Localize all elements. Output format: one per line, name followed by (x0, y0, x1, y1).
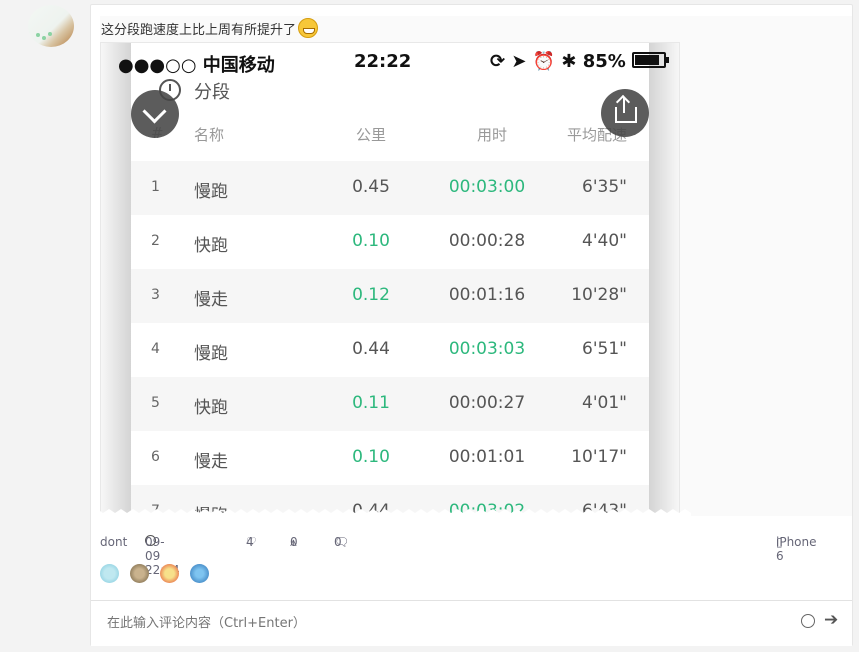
row-name: 快跑 (194, 398, 228, 418)
author-name[interactable]: dont (100, 535, 127, 549)
row-pace: 4'40" (582, 231, 627, 251)
table-row: 2 快跑 0.10 00:00:28 4'40" (131, 215, 649, 269)
table-row: 3 慢走 0.12 00:01:16 10'28" (131, 269, 649, 323)
row-index: 1 (151, 179, 160, 195)
row-name: 快跑 (194, 236, 228, 256)
table-row: 1 慢跑 0.45 00:03:00 6'35" (131, 161, 649, 215)
collapse-button[interactable] (131, 90, 179, 138)
table-row: 5 快跑 0.11 00:00:27 4'01" (131, 377, 649, 431)
like-count: 4 (246, 535, 254, 549)
row-name: 慢走 (194, 452, 228, 472)
row-pace: 6'51" (582, 339, 627, 359)
row-index: 2 (151, 233, 160, 249)
phone-screen: ●●●○○ 中国移动 22:22 ⟳ ➤ ⏰ ✱ 85% 分段 # 名称 公里 … (118, 43, 670, 517)
row-km: 0.45 (352, 177, 390, 197)
clover-emoji-icon[interactable] (100, 564, 119, 583)
row-name: 慢跑 (194, 344, 228, 364)
post-meta: dont 09-09 22:24 ♡ 4 ⩚ 0 🗨 0 ▯ iPhone 6 (100, 535, 842, 577)
comment-input[interactable] (105, 611, 789, 635)
row-time: 00:03:03 (448, 339, 526, 359)
row-pace: 6'35" (582, 177, 627, 197)
section-title: 分段 (194, 82, 230, 103)
table-row: 4 慢跑 0.44 00:03:03 6'51" (131, 323, 649, 377)
row-index: 4 (151, 341, 160, 357)
row-km: 0.12 (352, 285, 390, 305)
status-right: ⟳ ➤ ⏰ ✱ 85% (490, 51, 670, 72)
share-button[interactable] (601, 89, 649, 137)
row-index: 6 (151, 449, 160, 465)
row-km: 0.11 (352, 393, 390, 413)
row-name: 慢走 (194, 290, 228, 310)
row-pace: 4'01" (582, 393, 627, 413)
status-icons: ⟳ ➤ ⏰ ✱ (490, 51, 583, 72)
table-row: 6 慢走 0.10 00:01:01 10'17" (131, 431, 649, 485)
row-time: 00:00:28 (448, 231, 526, 251)
chevron-down-icon (142, 99, 167, 124)
status-time: 22:22 (354, 51, 412, 72)
owl-emoji-icon[interactable] (130, 564, 150, 583)
row-pace: 10'17" (571, 447, 627, 467)
screenshot-image[interactable]: ●●●○○ 中国移动 22:22 ⟳ ➤ ⏰ ✱ 85% 分段 # 名称 公里 … (100, 42, 680, 518)
post-text: 这分段跑速度上比上周有所提升了 (101, 18, 319, 38)
phone-status-bar: ●●●○○ 中国移动 22:22 ⟳ ➤ ⏰ ✱ 85% (118, 51, 678, 81)
wave-emoji-icon[interactable] (190, 564, 210, 583)
header-name: 名称 (194, 126, 225, 144)
post-text-content: 这分段跑速度上比上周有所提升了 (101, 23, 297, 38)
device-name: iPhone 6 (776, 535, 817, 563)
grin-emoji-icon (298, 18, 319, 38)
post-card: 这分段跑速度上比上周有所提升了 ●●●○○ 中国移动 22:22 ⟳ ➤ ⏰ ✱… (90, 4, 853, 646)
header-time: 用时 (477, 126, 508, 144)
row-km: 0.10 (352, 231, 390, 251)
row-name: 慢跑 (194, 182, 228, 202)
user-avatar[interactable] (28, 5, 74, 47)
image-shadow-right (649, 43, 679, 517)
header-km: 公里 (356, 126, 387, 144)
comment-area: ➔ (91, 600, 852, 646)
row-index: 5 (151, 395, 160, 411)
image-shadow-left (101, 43, 131, 517)
row-km: 0.10 (352, 447, 390, 467)
row-time: 00:00:27 (448, 393, 526, 413)
battery-icon (632, 52, 670, 68)
repost-count: 0 (290, 535, 298, 549)
smiley-icon[interactable] (801, 614, 815, 628)
image-cut-edge (91, 509, 691, 521)
row-time: 00:03:00 (448, 177, 526, 197)
row-time: 00:01:01 (448, 447, 526, 467)
send-button[interactable]: ➔ (824, 610, 838, 630)
battery-percent: 85% (582, 51, 626, 72)
row-index: 3 (151, 287, 160, 303)
carrier-text: ●●●○○ 中国移动 (118, 55, 275, 76)
comment-count: 0 (334, 535, 342, 549)
row-time: 00:01:16 (448, 285, 526, 305)
reaction-emojis (100, 563, 215, 583)
row-pace: 10'28" (571, 285, 627, 305)
table-header: # 名称 公里 用时 平均配速 (131, 121, 649, 161)
cake-emoji-icon[interactable] (160, 564, 180, 583)
row-km: 0.44 (352, 339, 390, 359)
